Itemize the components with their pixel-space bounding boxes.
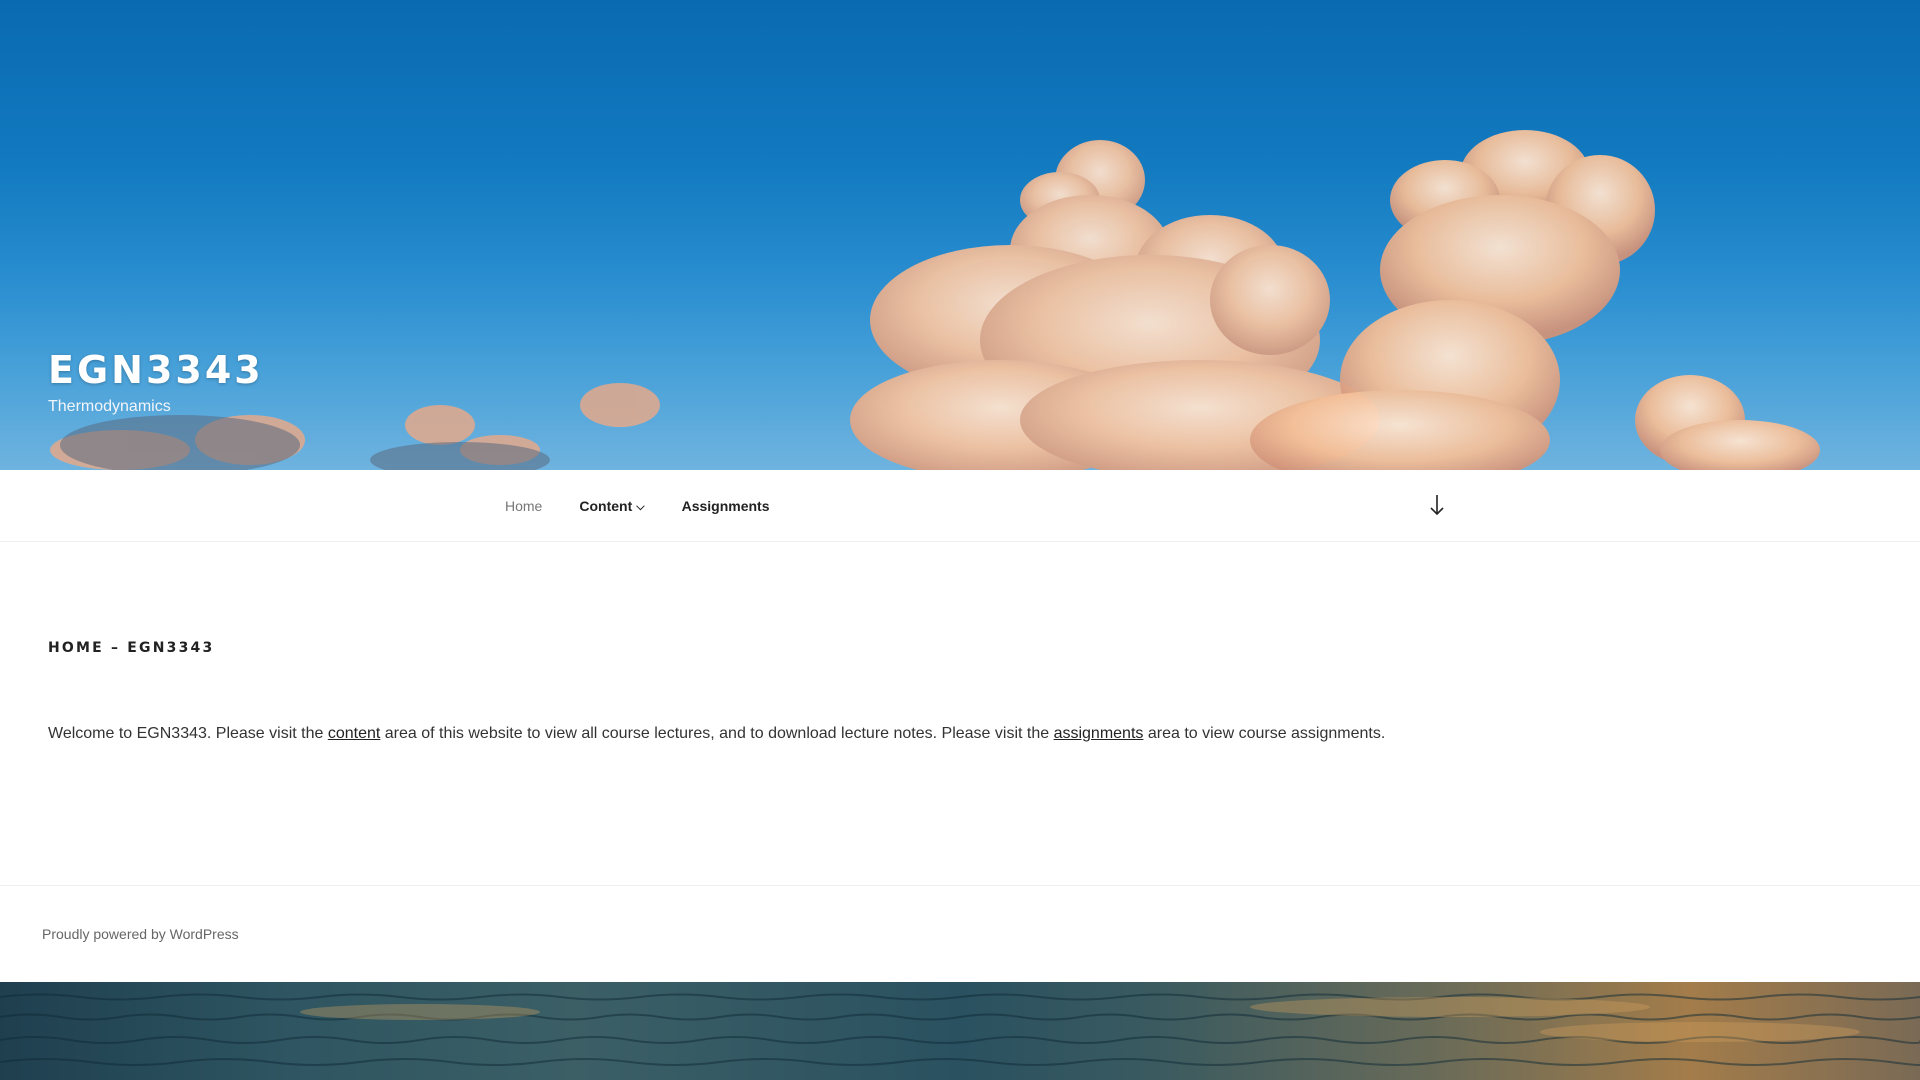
nav-menu: Home Content ⌵ Assignments xyxy=(505,470,807,542)
arrow-down-icon xyxy=(1430,495,1444,516)
footer-sea-image xyxy=(0,982,1920,1080)
scroll-down-button[interactable] xyxy=(1428,492,1446,520)
wordpress-credit-link[interactable]: Proudly powered by WordPress xyxy=(42,926,239,942)
body-text-2: area of this website to view all course … xyxy=(380,725,1054,742)
main-navigation: Home Content ⌵ Assignments xyxy=(0,470,1920,542)
nav-item-content: Content ⌵ xyxy=(579,498,644,515)
nav-link-home[interactable]: Home xyxy=(505,498,542,514)
site-description: Thermodynamics xyxy=(48,398,171,415)
assignments-link[interactable]: assignments xyxy=(1054,725,1144,742)
content-link[interactable]: content xyxy=(328,725,380,742)
nav-item-home: Home xyxy=(505,498,542,514)
sky-clouds-illustration xyxy=(50,130,1820,470)
chevron-down-icon: ⌵ xyxy=(636,500,645,513)
main-content: HOME – EGN3343 Welcome to EGN3343. Pleas… xyxy=(0,542,1920,885)
page-title: HOME – EGN3343 xyxy=(48,640,215,656)
site-footer: Proudly powered by WordPress xyxy=(0,885,1920,982)
site-branding: EGN3343 Thermodynamics xyxy=(48,348,264,416)
body-text-1: Welcome to EGN3343. Please visit the xyxy=(48,725,328,742)
header-hero-image: EGN3343 Thermodynamics xyxy=(0,0,1920,470)
body-text-3: area to view course assignments. xyxy=(1143,725,1386,742)
nav-link-content-label: Content xyxy=(579,497,633,514)
nav-item-assignments: Assignments xyxy=(682,498,770,514)
nav-link-content[interactable]: Content ⌵ xyxy=(579,498,644,514)
site-title-link[interactable]: EGN3343 xyxy=(48,348,264,392)
page-body: Welcome to EGN3343. Please visit the con… xyxy=(48,722,1748,746)
sea-waves-illustration xyxy=(0,993,1920,1066)
nav-link-assignments[interactable]: Assignments xyxy=(682,498,770,514)
